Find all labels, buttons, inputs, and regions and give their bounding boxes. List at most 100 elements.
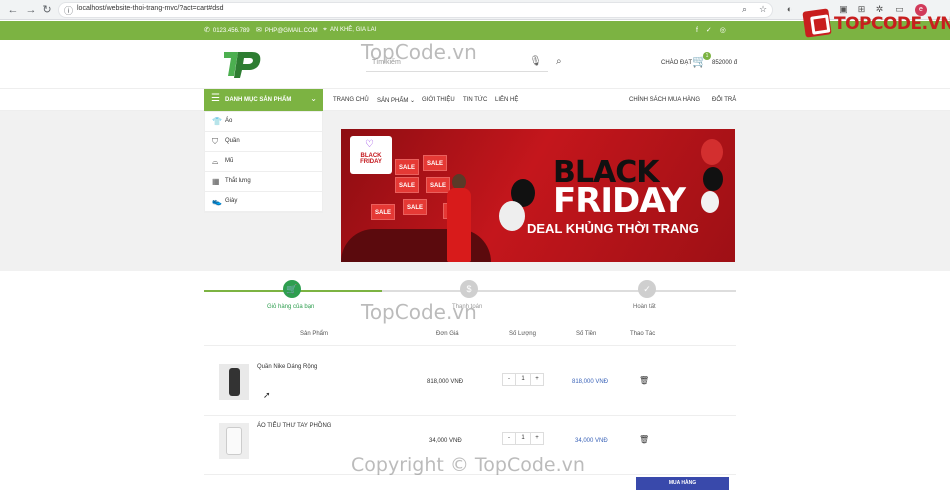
balloon-graphic: [703, 167, 723, 191]
banner-badge: ♡ BLACK FRIDAY: [350, 136, 392, 174]
category-list: 👕 Áo ⛉ Quần ⌓ Mũ ▦ Thắt lưng 👟 Giày: [204, 111, 323, 213]
step-label-cart: Giỏ hàng của bạn: [267, 304, 315, 310]
header-unit-price: Đơn Giá: [436, 331, 459, 337]
bookmark-star-icon[interactable]: ☆: [759, 4, 767, 15]
watermark: TopCode.vn: [361, 40, 477, 64]
qty-plus-button[interactable]: +: [531, 433, 543, 444]
balloon-graphic: [701, 139, 723, 165]
nav-purchase-policy[interactable]: CHÍNH SÁCH MUA HÀNG: [629, 97, 700, 103]
topcode-logo-text: TOPCODE.VN: [834, 14, 950, 34]
model-graphic: [439, 174, 479, 262]
trash-icon[interactable]: 🗑: [639, 376, 649, 385]
sale-tag: SALE: [371, 204, 395, 220]
category-item-giay[interactable]: 👟 Giày: [205, 192, 322, 212]
sale-tag: SALE: [423, 155, 447, 171]
phone-info: ✆ 0123.456.789: [204, 26, 250, 34]
product-thumbnail[interactable]: [219, 423, 249, 459]
address-info: ⌖ AN KHÊ, GIA LAI: [323, 26, 376, 34]
balloon-graphic: [499, 201, 525, 231]
trash-icon[interactable]: 🗑: [639, 435, 649, 444]
header-action: Thao Tác: [630, 331, 656, 337]
location-icon: ⌖: [323, 26, 327, 33]
nav-news[interactable]: TIN TỨC: [463, 97, 487, 103]
logo-mark-icon: [224, 52, 261, 78]
pants-icon: ⛉: [212, 137, 218, 146]
product-name[interactable]: ÁO TIỂU THƯ TAY PHỒNG: [257, 423, 331, 429]
cart-step-icon: 🛒: [283, 280, 301, 298]
category-label: Mũ: [225, 158, 234, 164]
qty-plus-button[interactable]: +: [531, 374, 543, 385]
phone-icon: ✆: [204, 27, 210, 34]
balloon-graphic: [701, 191, 719, 213]
checkout-button[interactable]: MUA HÀNG: [636, 477, 729, 490]
site-logo[interactable]: [222, 46, 264, 82]
header-product: Sản Phẩm: [300, 331, 329, 337]
main-nav: ☰ DANH MỤC SẢN PHẨM ⌄ TRANG CHỦ SẢN PHẨM…: [0, 88, 950, 111]
nav-returns[interactable]: ĐỔI TRẢ: [712, 97, 736, 103]
category-label: Quần: [225, 138, 240, 144]
email-info: ✉ PHP@GMAIL.COM: [256, 26, 318, 34]
address-text: AN KHÊ, GIA LAI: [329, 27, 377, 33]
banner-badge-text: BLACK FRIDAY: [360, 153, 382, 165]
category-item-ao[interactable]: 👕 Áo: [205, 112, 322, 132]
category-label: Giày: [225, 198, 238, 204]
table-row: Quần Nike Dáng Rộng 818,000 VNĐ - 1 + 81…: [204, 358, 736, 416]
black-friday-banner[interactable]: ♡ BLACK FRIDAY SALE SALE SALE SALE SALE …: [341, 129, 735, 262]
category-menu-button[interactable]: ☰ DANH MỤC SẢN PHẨM ⌄: [204, 89, 323, 111]
topcode-mark-icon: [802, 8, 832, 38]
qty-value[interactable]: 1: [515, 433, 531, 444]
email-text: PHP@GMAIL.COM: [264, 28, 318, 34]
product-thumbnail[interactable]: [219, 364, 249, 400]
payment-step-icon: $: [460, 280, 478, 298]
category-label: Thắt lưng: [225, 178, 251, 184]
belt-icon: ▦: [212, 177, 220, 186]
chevron-down-icon: ⌄: [310, 94, 317, 103]
nav-about[interactable]: GIỚI THIỆU: [422, 97, 455, 103]
hat-icon: ⌓: [212, 157, 219, 166]
banner-title-line2: FRIDAY: [553, 181, 686, 221]
mouse-cursor-icon: ➚: [263, 390, 271, 400]
heart-icon: ♡: [365, 139, 374, 150]
line-total: 34,000 VNĐ: [575, 438, 608, 444]
sale-tag: SALE: [395, 159, 419, 175]
nav-home[interactable]: TRANG CHỦ: [333, 97, 369, 103]
user-greeting[interactable]: CHÀO ĐẠT: [661, 60, 692, 66]
qty-minus-button[interactable]: -: [503, 374, 515, 385]
address-bar[interactable]: ⓘ localhost/website-thoi-trang-mvc/?act=…: [58, 2, 773, 18]
nav-contact[interactable]: LIÊN HỆ: [495, 97, 518, 103]
phone-text: 0123.456.789: [212, 28, 250, 34]
extension-icon[interactable]: ◐: [784, 4, 795, 15]
banner-subtitle: DEAL KHỦNG THỜI TRANG: [527, 221, 699, 236]
site-info-icon[interactable]: ⓘ: [64, 4, 73, 17]
sale-tag: SALE: [395, 177, 419, 193]
search-icon[interactable]: ⌕: [556, 56, 562, 67]
zoom-icon[interactable]: ⌕: [742, 4, 747, 15]
mail-icon: ✉: [256, 27, 262, 34]
category-label: Áo: [225, 118, 233, 124]
nav-products[interactable]: SẢN PHẨM ⌄: [377, 97, 415, 104]
unit-price: 818,000 VNĐ: [427, 379, 464, 385]
cart-table-header: Sản Phẩm Đơn Giá Số Lượng Số Tiền Thao T…: [204, 330, 736, 346]
cart-total[interactable]: 852000 đ: [712, 60, 737, 66]
forward-icon[interactable]: →: [24, 3, 38, 17]
topcode-logo: TOPCODE.VN: [800, 8, 950, 38]
header-quantity: Số Lượng: [509, 331, 536, 337]
social-icons[interactable]: f ✓ ◎: [696, 26, 729, 34]
sale-tag: SALE: [403, 199, 427, 215]
qty-value[interactable]: 1: [515, 374, 531, 385]
watermark: TopCode.vn: [361, 300, 477, 324]
back-icon[interactable]: ←: [6, 3, 20, 17]
cart-count-badge: 1: [703, 52, 711, 60]
product-name[interactable]: Quần Nike Dáng Rộng: [257, 364, 317, 370]
step-label-complete: Hoàn tất: [633, 304, 656, 310]
category-menu-label: DANH MỤC SẢN PHẨM: [225, 97, 292, 103]
category-item-that-lung[interactable]: ▦ Thắt lưng: [205, 172, 322, 192]
qty-minus-button[interactable]: -: [503, 433, 515, 444]
reload-icon[interactable]: ↻: [40, 3, 54, 17]
url-text: localhost/website-thoi-trang-mvc/?act=ca…: [77, 5, 224, 12]
microphone-icon[interactable]: 🎙: [529, 56, 542, 67]
quantity-stepper: - 1 +: [502, 432, 544, 445]
watermark: Copyright © TopCode.vn: [351, 454, 585, 476]
category-item-mu[interactable]: ⌓ Mũ: [205, 152, 322, 172]
category-item-quan[interactable]: ⛉ Quần: [205, 132, 322, 152]
